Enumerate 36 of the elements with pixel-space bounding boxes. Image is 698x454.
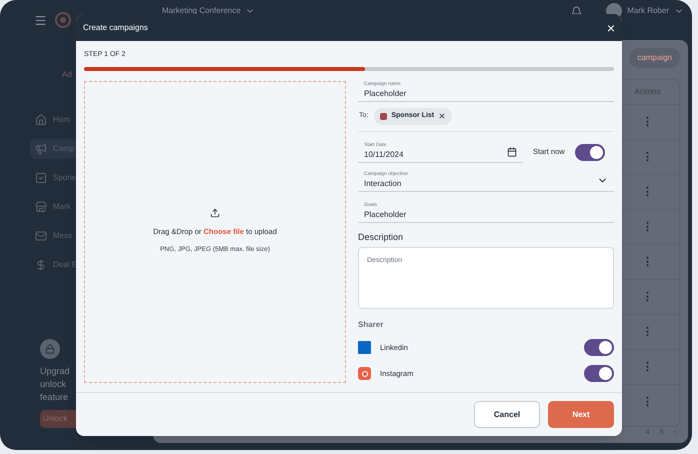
checkbox-icon xyxy=(35,172,47,184)
lock-icon xyxy=(40,339,60,359)
event-selector[interactable]: Marketing Conference xyxy=(162,5,255,17)
cancel-button[interactable]: Cancel xyxy=(474,401,540,428)
remove-icon[interactable] xyxy=(438,112,446,120)
store-icon xyxy=(35,201,47,213)
add-button[interactable]: Ad xyxy=(62,69,72,81)
dollar-icon xyxy=(35,259,47,271)
logo-icon xyxy=(55,12,71,28)
start-now-toggle[interactable] xyxy=(574,144,605,160)
row-menu-button[interactable]: ⋮ xyxy=(642,184,653,200)
envelope-icon xyxy=(35,230,47,242)
megaphone-icon xyxy=(35,143,47,155)
description-label: Description xyxy=(358,230,404,244)
next-button[interactable]: Next xyxy=(548,401,614,428)
row-menu-button[interactable]: ⋮ xyxy=(642,218,653,236)
dialog-title: Create campaigns xyxy=(83,22,149,34)
row-menu-button[interactable]: ⋮ xyxy=(642,324,653,340)
bell-icon[interactable] xyxy=(571,6,582,16)
row-menu-button[interactable]: ⋮ xyxy=(642,148,653,166)
calendar-icon[interactable] xyxy=(507,146,517,156)
row-menu-button[interactable]: ⋮ xyxy=(642,288,653,306)
close-button[interactable]: × xyxy=(606,20,615,34)
upgrade-text: Upgrad unlock feature xyxy=(40,365,71,404)
row-menu-button[interactable]: ⋮ xyxy=(642,358,653,376)
house-icon xyxy=(35,114,47,126)
upload-icon xyxy=(210,208,220,218)
row-menu-button[interactable]: ⋮ xyxy=(642,114,653,130)
share-toggle[interactable] xyxy=(584,339,614,356)
share-toggle[interactable] xyxy=(584,365,614,382)
row-menu-button[interactable]: ⋮ xyxy=(642,254,653,270)
sharer-title: Sharer xyxy=(358,319,384,331)
new-campaign-button[interactable]: campaign xyxy=(629,48,680,68)
camera-icon xyxy=(358,367,371,380)
row-menu-button[interactable]: ⋮ xyxy=(642,394,653,410)
menu-icon[interactable] xyxy=(34,14,47,26)
